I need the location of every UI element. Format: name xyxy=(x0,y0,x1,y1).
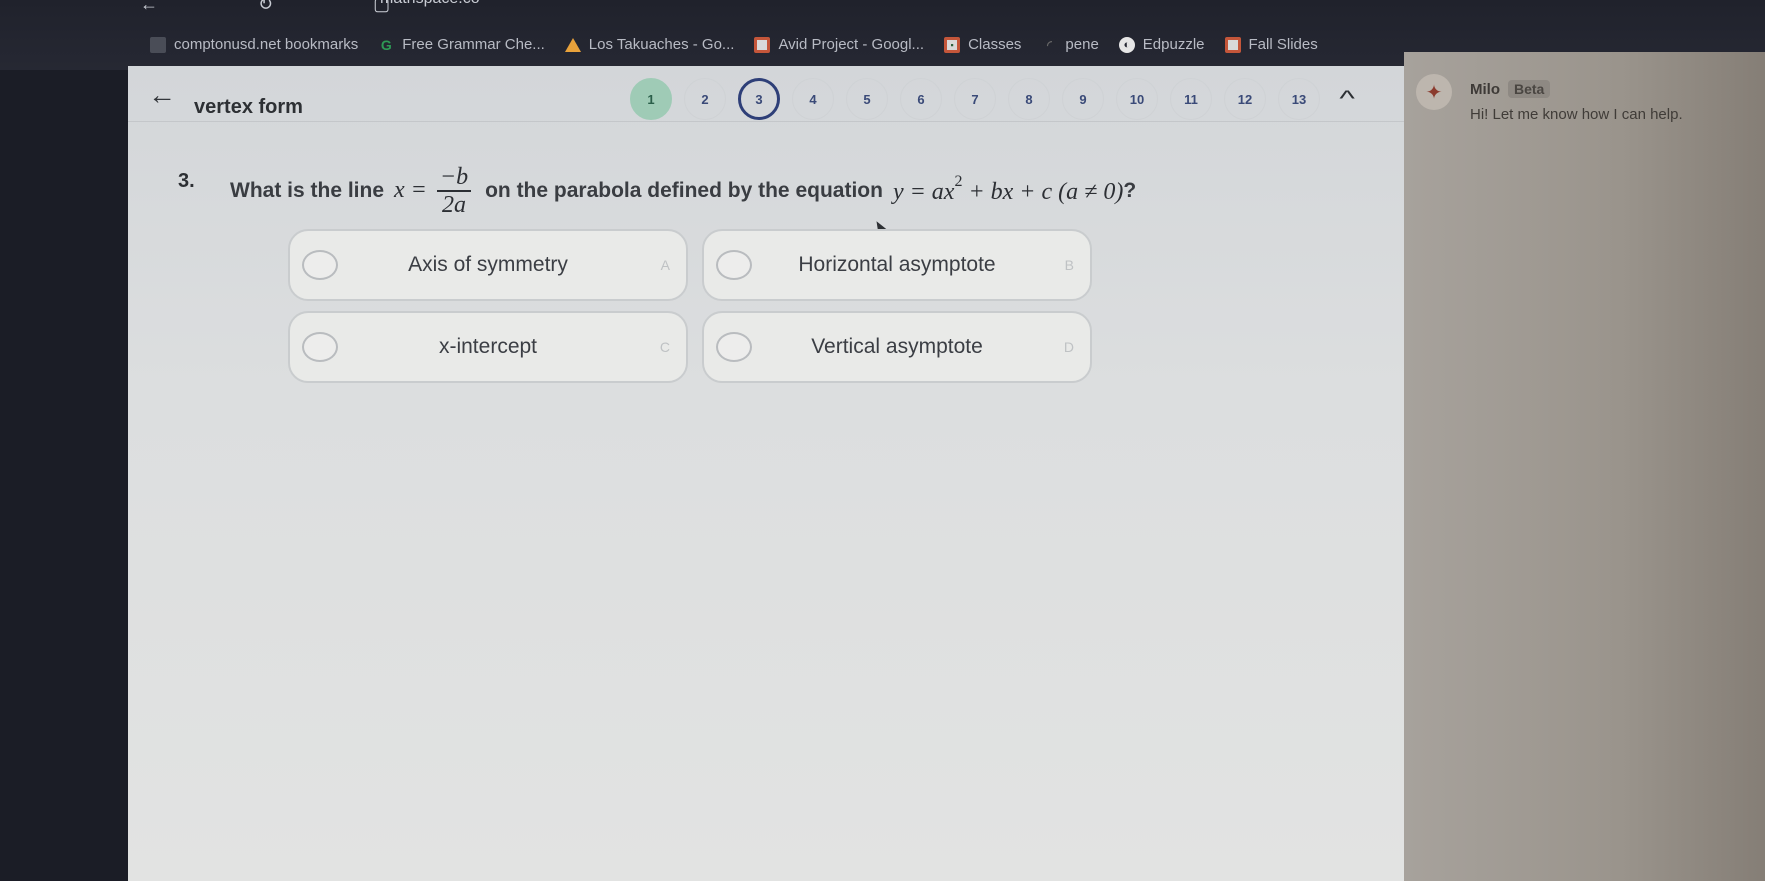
milo-avatar-icon: ✦ xyxy=(1416,74,1452,110)
fraction-denominator: 2a xyxy=(441,192,466,219)
assistant-name: Milo xyxy=(1470,80,1500,98)
bookmark-edpuzzle[interactable]: ◐ Edpuzzle xyxy=(1118,36,1205,53)
address-bar[interactable]: mathspace.co xyxy=(380,0,480,8)
choice-d[interactable]: Vertical asymptote D xyxy=(702,311,1092,383)
fraction-numerator: −b xyxy=(436,164,472,193)
question-nav-8[interactable]: 8 xyxy=(1008,78,1050,120)
bookmark-fall-slides[interactable]: Fall Slides xyxy=(1224,36,1318,53)
folder-icon xyxy=(150,36,166,53)
bookmark-label: Los Takuaches - Go... xyxy=(588,36,735,53)
question-navigator: 1 2 3 4 5 6 7 8 9 10 11 12 13 ^ xyxy=(630,78,1355,120)
reload-icon[interactable]: ↻ xyxy=(258,0,273,15)
bookmark-grammar[interactable]: G Free Grammar Che... xyxy=(378,36,545,53)
question-nav-7[interactable]: 7 xyxy=(954,78,996,120)
google-slides-icon xyxy=(1224,36,1241,53)
question-middle: on the parabola defined by the equation xyxy=(485,179,883,203)
chevron-up-icon[interactable]: ^ xyxy=(1339,86,1354,112)
edpuzzle-icon: ◐ xyxy=(1118,36,1135,53)
assistant-message: ✦ Milo Beta Hi! Let me know how I can he… xyxy=(1416,74,1683,123)
choice-letter: C xyxy=(659,339,670,355)
fraction: −b 2a xyxy=(436,164,472,219)
choice-label: Axis of symmetry xyxy=(408,253,568,276)
choice-letter: B xyxy=(1064,257,1074,273)
question-number: 3. xyxy=(178,170,195,192)
loading-icon: ◜ xyxy=(1047,37,1052,52)
question-prefix: What is the line xyxy=(230,179,385,203)
bookmark-label: comptonusd.net bookmarks xyxy=(174,36,359,53)
arrow-left-icon[interactable]: ← xyxy=(148,79,176,111)
equation: y = ax2 + bx + c (a ≠ 0) xyxy=(892,173,1124,206)
equation-rest: + bx + c (a ≠ 0) xyxy=(968,178,1124,205)
question-nav-13[interactable]: 13 xyxy=(1278,78,1320,120)
choice-letter: D xyxy=(1063,339,1074,355)
choice-label: Horizontal asymptote xyxy=(798,253,996,276)
choice-a[interactable]: Axis of symmetry A xyxy=(288,229,688,301)
grammarly-icon: G xyxy=(380,36,392,53)
bookmark-label: Fall Slides xyxy=(1248,36,1318,53)
bookmark-label: pene xyxy=(1065,36,1099,53)
header-bar: ← vertex form 1 2 3 4 5 6 7 8 9 10 11 12… xyxy=(128,66,1408,122)
main-content: ← vertex form 1 2 3 4 5 6 7 8 9 10 11 12… xyxy=(128,66,1408,881)
choice-c[interactable]: x-intercept C xyxy=(288,311,688,383)
question-nav-1[interactable]: 1 xyxy=(630,78,672,120)
bookmark-los-takuaches[interactable]: Los Takuaches - Go... xyxy=(564,36,735,53)
google-drive-icon xyxy=(564,37,581,52)
formula-lhs: x = xyxy=(394,176,427,203)
beta-badge: Beta xyxy=(1508,80,1551,98)
formula: x = −b 2a xyxy=(394,164,475,219)
question-suffix: ? xyxy=(1123,179,1137,203)
google-classroom-icon: ▪ xyxy=(944,36,961,53)
question-nav-12[interactable]: 12 xyxy=(1224,78,1266,120)
browser-nav: ← ↻ ▢ xyxy=(140,0,390,15)
equation-exponent: 2 xyxy=(954,172,963,190)
question-nav-10[interactable]: 10 xyxy=(1116,78,1158,120)
bookmarks-bar: comptonusd.net bookmarks G Free Grammar … xyxy=(150,36,1318,53)
bookmark-classes[interactable]: ▪ Classes xyxy=(944,36,1021,53)
page-title: vertex form xyxy=(194,96,303,118)
question-nav-3[interactable]: 3 xyxy=(738,78,780,120)
equation-main: y = ax xyxy=(892,178,955,205)
back-icon[interactable]: ← xyxy=(140,0,158,15)
question-text: What is the line x = −b 2a on the parabo… xyxy=(230,164,1136,219)
answer-choices: Axis of symmetry A Horizontal asymptote … xyxy=(288,229,1092,383)
bookmark-label: Classes xyxy=(968,36,1022,53)
choice-label: Vertical asymptote xyxy=(811,335,983,358)
bookmark-label: Free Grammar Che... xyxy=(402,36,545,53)
question-nav-4[interactable]: 4 xyxy=(792,78,834,120)
bookmark-pene[interactable]: ◜ pene xyxy=(1041,36,1099,53)
bookmark-label: Edpuzzle xyxy=(1142,36,1205,53)
assistant-panel: ✦ Milo Beta Hi! Let me know how I can he… xyxy=(1404,52,1765,881)
choice-letter: A xyxy=(660,257,670,273)
choice-label: x-intercept xyxy=(438,335,538,358)
bookmark-avid-project[interactable]: Avid Project - Googl... xyxy=(754,36,924,53)
question-nav-2[interactable]: 2 xyxy=(684,78,726,120)
question-nav-5[interactable]: 5 xyxy=(846,78,888,120)
assistant-header: Milo Beta xyxy=(1470,80,1683,98)
question-nav-6[interactable]: 6 xyxy=(900,78,942,120)
choice-b[interactable]: Horizontal asymptote B xyxy=(702,229,1092,301)
google-slides-icon xyxy=(754,36,771,53)
assistant-greeting: Hi! Let me know how I can help. xyxy=(1470,106,1683,123)
question-nav-11[interactable]: 11 xyxy=(1170,78,1212,120)
bookmark-label: Avid Project - Googl... xyxy=(778,36,925,53)
bookmark-comptonusd[interactable]: comptonusd.net bookmarks xyxy=(150,36,358,53)
question-nav-9[interactable]: 9 xyxy=(1062,78,1104,120)
